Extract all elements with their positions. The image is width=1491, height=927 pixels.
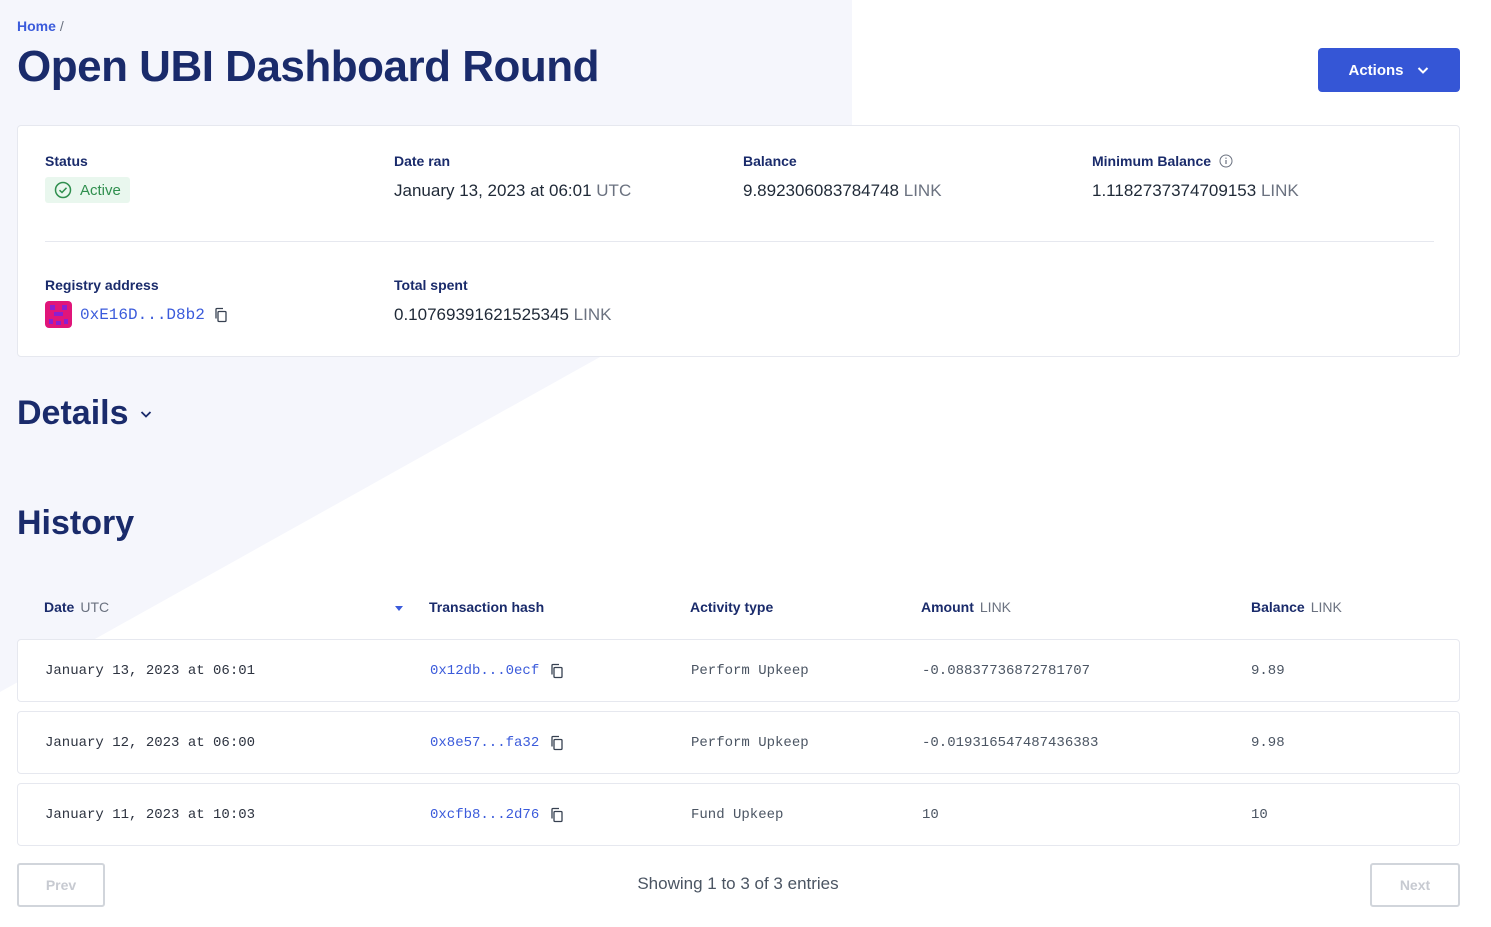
row-activity-type: Perform Upkeep [691,734,809,751]
balance-label: Balance [743,153,797,169]
check-circle-icon [54,181,72,199]
registry-address-label: Registry address [45,277,159,293]
transaction-hash-link[interactable]: 0x12db...0ecf [430,663,539,679]
date-ran-value: January 13, 2023 at 06:01 [394,181,592,200]
row-activity-type: Fund Upkeep [691,806,784,823]
pagination-summary: Showing 1 to 3 of 3 entries [637,874,839,893]
column-balance-unit: LINK [1310,599,1342,615]
breadcrumb-separator: / [59,18,64,34]
column-date[interactable]: Date UTC [44,599,109,615]
total-spent-unit: LINK [573,305,612,324]
table-row: January 12, 2023 at 06:00 0x8e57...fa32 … [17,711,1460,774]
row-balance: 9.89 [1251,662,1285,679]
minimum-balance-label: Minimum Balance [1092,153,1212,169]
row-date: January 11, 2023 at 10:03 [45,806,256,823]
row-date: January 12, 2023 at 06:00 [45,734,256,751]
breadcrumb: Home / [17,18,64,34]
page-title: Open UBI Dashboard Round [17,42,600,91]
table-row: January 13, 2023 at 06:01 0x12db...0ecf … [17,639,1460,702]
balance-value: 9.892306083784748 [743,181,899,200]
copy-icon[interactable] [549,663,565,679]
actions-button-label: Actions [1348,61,1404,79]
column-amount: Amount LINK [921,599,1011,615]
balance-field: Balance 9.892306083784748 LINK [743,153,942,201]
minimum-balance-value: 1.1182737374709153 [1092,181,1257,200]
total-spent-label: Total spent [394,277,468,293]
row-amount: 10 [922,806,939,823]
copy-icon[interactable] [549,735,565,751]
status-field: Status Active [45,153,130,204]
details-title: Details [17,394,129,432]
avatar [45,301,72,328]
registry-address-field: Registry address 0xE16D...D8b2 [45,277,229,328]
status-badge: Active [45,177,130,203]
history-section-header: History [17,504,134,543]
column-date-unit: UTC [80,599,110,615]
total-spent-value: 0.10769391621525345 [394,305,569,324]
column-date-label: Date [44,599,75,615]
date-ran-label: Date ran [394,153,451,169]
transaction-hash-link[interactable]: 0x8e57...fa32 [430,735,539,751]
row-activity-type: Perform Upkeep [691,662,809,679]
summary-card: Status Active Date ran January 13, 2023 … [17,125,1460,357]
column-amount-unit: LINK [979,599,1012,615]
status-value: Active [80,181,121,199]
copy-icon[interactable] [549,807,565,823]
chevron-down-icon [140,410,151,418]
date-ran-unit: UTC [596,181,632,200]
card-divider [45,241,1434,242]
history-title: History [17,504,135,542]
total-spent-field: Total spent 0.10769391621525345 LINK [394,277,611,325]
next-button[interactable]: Next [1370,863,1460,907]
row-amount: -0.08837736872781707 [922,662,1091,679]
column-balance: Balance LINK [1251,599,1342,615]
chevron-down-icon [1417,67,1428,74]
row-balance: 9.98 [1251,734,1285,751]
minimum-balance-unit: LINK [1260,181,1299,200]
column-balance-label: Balance [1251,599,1305,615]
balance-unit: LINK [903,181,942,200]
breadcrumb-home-link[interactable]: Home [17,18,56,34]
status-label: Status [45,153,88,169]
info-icon[interactable] [1219,154,1233,168]
date-ran-field: Date ran January 13, 2023 at 06:01 UTC [394,153,631,201]
transaction-hash-link[interactable]: 0xcfb8...2d76 [430,807,539,823]
column-activity-type: Activity type [690,599,774,615]
history-table-header: Date UTC Transaction hash Activity type A… [17,599,1460,619]
registry-address-link[interactable]: 0xE16D...D8b2 [80,306,205,324]
actions-button[interactable]: Actions [1318,48,1460,92]
column-transaction-hash: Transaction hash [429,599,545,615]
copy-icon[interactable] [213,307,229,323]
table-row: January 11, 2023 at 10:03 0xcfb8...2d76 … [17,783,1460,846]
column-amount-label: Amount [921,599,974,615]
sort-desc-icon[interactable] [394,603,404,613]
details-toggle[interactable]: Details [17,394,153,433]
row-date: January 13, 2023 at 06:01 [45,662,256,679]
row-amount: -0.019316547487436383 [922,734,1099,751]
row-balance: 10 [1251,806,1268,823]
minimum-balance-field: Minimum Balance 1.1182737374709153 LINK [1092,153,1299,201]
